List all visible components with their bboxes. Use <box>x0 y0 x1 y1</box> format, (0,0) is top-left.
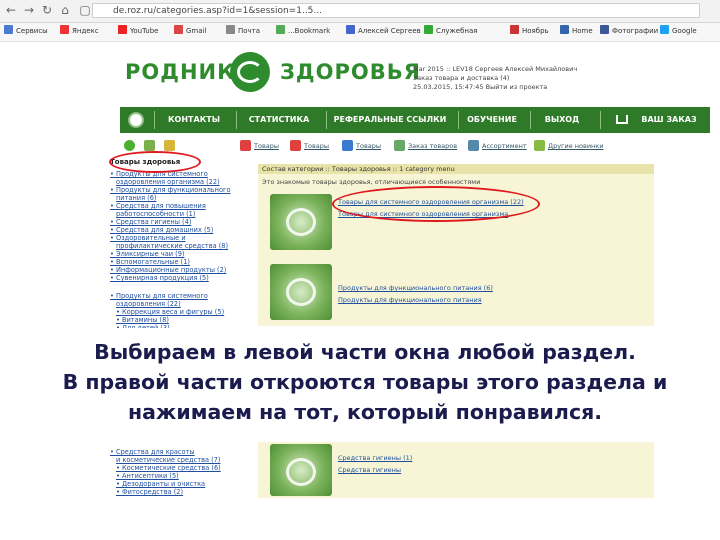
toolbar-tabs: Товары Товары Товары Заказ товаров Ассор… <box>120 134 710 158</box>
bookmarks-bar: Сервисы Яндекс YouTube Gmail Почта ...Bo… <box>0 23 720 42</box>
sidebar-item[interactable]: • Антисептики (5) <box>116 472 179 480</box>
sidebar-item[interactable]: • Средства гигиены (4) <box>110 218 191 226</box>
bookmark-item[interactable]: Служебная <box>424 25 478 38</box>
nav-your-order[interactable]: ВАШ ЗАКАЗ <box>632 107 706 133</box>
category-content-bottom: Средства гигиены (1) Средства гигиены <box>258 442 654 498</box>
leaf-icon[interactable] <box>144 140 155 151</box>
product-thumbnail[interactable] <box>270 264 332 320</box>
order-icon <box>394 140 405 151</box>
sidebar-item[interactable]: • Продукты для системного <box>110 292 208 300</box>
nav-training[interactable]: ОБУЧЕНИЕ <box>460 107 524 133</box>
sidebar-item[interactable]: питания (6) <box>116 194 156 202</box>
content-description: Это знакомые товары здоровья, отличающие… <box>262 178 481 186</box>
sidebar-item[interactable]: • Эликсирные чаи (9) <box>110 250 185 258</box>
nav-referral-links[interactable]: РЕФЕРАЛЬНЫЕ ССЫЛКИ <box>328 107 452 133</box>
sidebar-item[interactable]: • Оздоровительные и <box>110 234 186 242</box>
sidebar-item[interactable]: • Коррекция веса и фигуры (5) <box>116 308 224 316</box>
bookmark-item[interactable]: YouTube <box>118 25 158 38</box>
sidebar-item[interactable]: • Средства для красоты <box>110 448 195 456</box>
content-breadcrumb: Состав категории :: Товары здоровья :: 1… <box>258 164 654 174</box>
nav-exit[interactable]: ВЫХОД <box>532 107 592 133</box>
sidebar-item[interactable]: • Средства для домашних (5) <box>110 226 213 234</box>
browser-address-bar: ← → ↻ ⌂ de.roz.ru/categories.asp?id=1&se… <box>0 0 720 23</box>
sidebar-item[interactable]: • Информационные продукты (2) <box>110 266 226 274</box>
logo-right-text: ЗДОРОВЬЯ <box>280 60 421 84</box>
product-link[interactable]: Средства гигиены <box>338 466 401 474</box>
bookmark-item[interactable]: Фотографии <box>600 25 658 38</box>
tab-new[interactable]: Другие новинки <box>548 137 603 155</box>
sidebar-item[interactable]: • Фитосредства (2) <box>116 488 183 496</box>
forward-arrow-icon[interactable]: → <box>22 3 36 17</box>
sidebar-item[interactable]: профилактические средства (8) <box>116 242 228 250</box>
instruction-caption: Выбираем в левой части окна любой раздел… <box>20 328 710 432</box>
arrow-icon <box>290 140 301 151</box>
product-link[interactable]: Средства гигиены (1) <box>338 454 412 462</box>
bookmark-item[interactable]: Ноябрь <box>510 25 549 38</box>
caption-line: нажимаем на тот, который понравился. <box>127 400 603 424</box>
sidebar-item[interactable]: и косметические средства (7) <box>116 456 220 464</box>
url-input[interactable]: de.roz.ru/categories.asp?id=1&session=1.… <box>92 3 700 18</box>
tab-products[interactable]: Товары <box>254 137 279 155</box>
cart-icon[interactable] <box>616 115 628 124</box>
bookmark-item[interactable]: Почта <box>226 25 260 38</box>
caption-line: Выбираем в левой части окна любой раздел… <box>94 340 636 364</box>
tab-assortment[interactable]: Ассортимент <box>482 137 527 155</box>
annotation-oval-sidebar <box>109 151 201 173</box>
news-icon <box>534 140 545 151</box>
bookmark-item[interactable]: Сервисы <box>4 25 48 38</box>
product-thumbnail[interactable] <box>270 444 332 496</box>
tab-products-3[interactable]: Товары <box>356 137 381 155</box>
sidebar-item[interactable]: • Дезодоранты и очистка <box>116 480 205 488</box>
bookmark-item[interactable]: Яндекс <box>60 25 99 38</box>
sidebar-item[interactable]: работоспособности (1) <box>116 210 195 218</box>
sidebar-item[interactable]: • Продукты для функционального <box>110 186 231 194</box>
sidebar-item[interactable]: • Вспомогательные (1) <box>110 258 190 266</box>
category-sidebar-bottom: • Средства для красоты и косметические с… <box>110 448 252 498</box>
account-line: 25.03.2015, 15:47:45 Выйти из проекта <box>413 83 548 91</box>
sidebar-item[interactable]: • Сувенирная продукция (5) <box>110 274 209 282</box>
tab-products-2[interactable]: Товары <box>304 137 329 155</box>
logo-left-text: РОДНИК <box>125 60 236 84</box>
logo-emblem-icon <box>230 52 270 92</box>
bookmark-item[interactable]: Home <box>560 25 593 38</box>
nav-contacts[interactable]: КОНТАКТЫ <box>158 107 230 133</box>
green-circle-icon[interactable] <box>124 140 135 151</box>
back-arrow-icon[interactable]: ← <box>4 3 18 17</box>
account-line: Заказ товара и доставка (4) <box>413 74 510 82</box>
bookmark-item[interactable]: ...Bookmark <box>276 25 330 38</box>
product-link[interactable]: Продукты для функционального питания <box>338 296 482 304</box>
home-circle-icon[interactable] <box>128 112 144 128</box>
product-thumbnail[interactable] <box>270 194 332 250</box>
bookmark-item[interactable]: Gmail <box>174 25 206 38</box>
sidebar-item[interactable]: оздоровления организма (22) <box>116 178 220 186</box>
category-sidebar: Товары здоровья • Продукты для системног… <box>110 158 252 332</box>
arrow-icon <box>240 140 251 151</box>
reload-icon[interactable]: ↻ <box>40 3 54 17</box>
account-line: Mar 2015 :: LEV18 Сергеев Алексей Михайл… <box>413 65 578 73</box>
box-icon <box>342 140 353 151</box>
sidebar-item[interactable]: • Косметические средства (6) <box>116 464 221 472</box>
product-link[interactable]: Продукты для функционального питания (6) <box>338 284 493 292</box>
bookmark-item[interactable]: Алексей Сергеев <box>346 25 421 38</box>
sidebar-item[interactable]: • Средства для повышения <box>110 202 206 210</box>
sidebar-item[interactable]: оздоровления (22) <box>116 300 181 308</box>
home-icon[interactable]: ⌂ <box>58 3 72 17</box>
main-nav: КОНТАКТЫ СТАТИСТИКА РЕФЕРАЛЬНЫЕ ССЫЛКИ О… <box>120 107 710 133</box>
account-info: Mar 2015 :: LEV18 Сергеев Алексей Михайл… <box>413 65 613 92</box>
nav-statistics[interactable]: СТАТИСТИКА <box>238 107 320 133</box>
page-icon: ▢ <box>79 3 91 17</box>
bookmark-item[interactable]: Google <box>660 25 697 38</box>
tab-order[interactable]: Заказ товаров <box>408 137 457 155</box>
caption-line: В правой части откроются товары этого ра… <box>62 370 668 394</box>
annotation-oval-product <box>332 186 540 222</box>
flag-icon[interactable] <box>164 140 175 151</box>
sidebar-item[interactable]: • Витамины (8) <box>116 316 169 324</box>
assortment-icon <box>468 140 479 151</box>
site-logo[interactable]: РОДНИК <box>125 60 235 84</box>
